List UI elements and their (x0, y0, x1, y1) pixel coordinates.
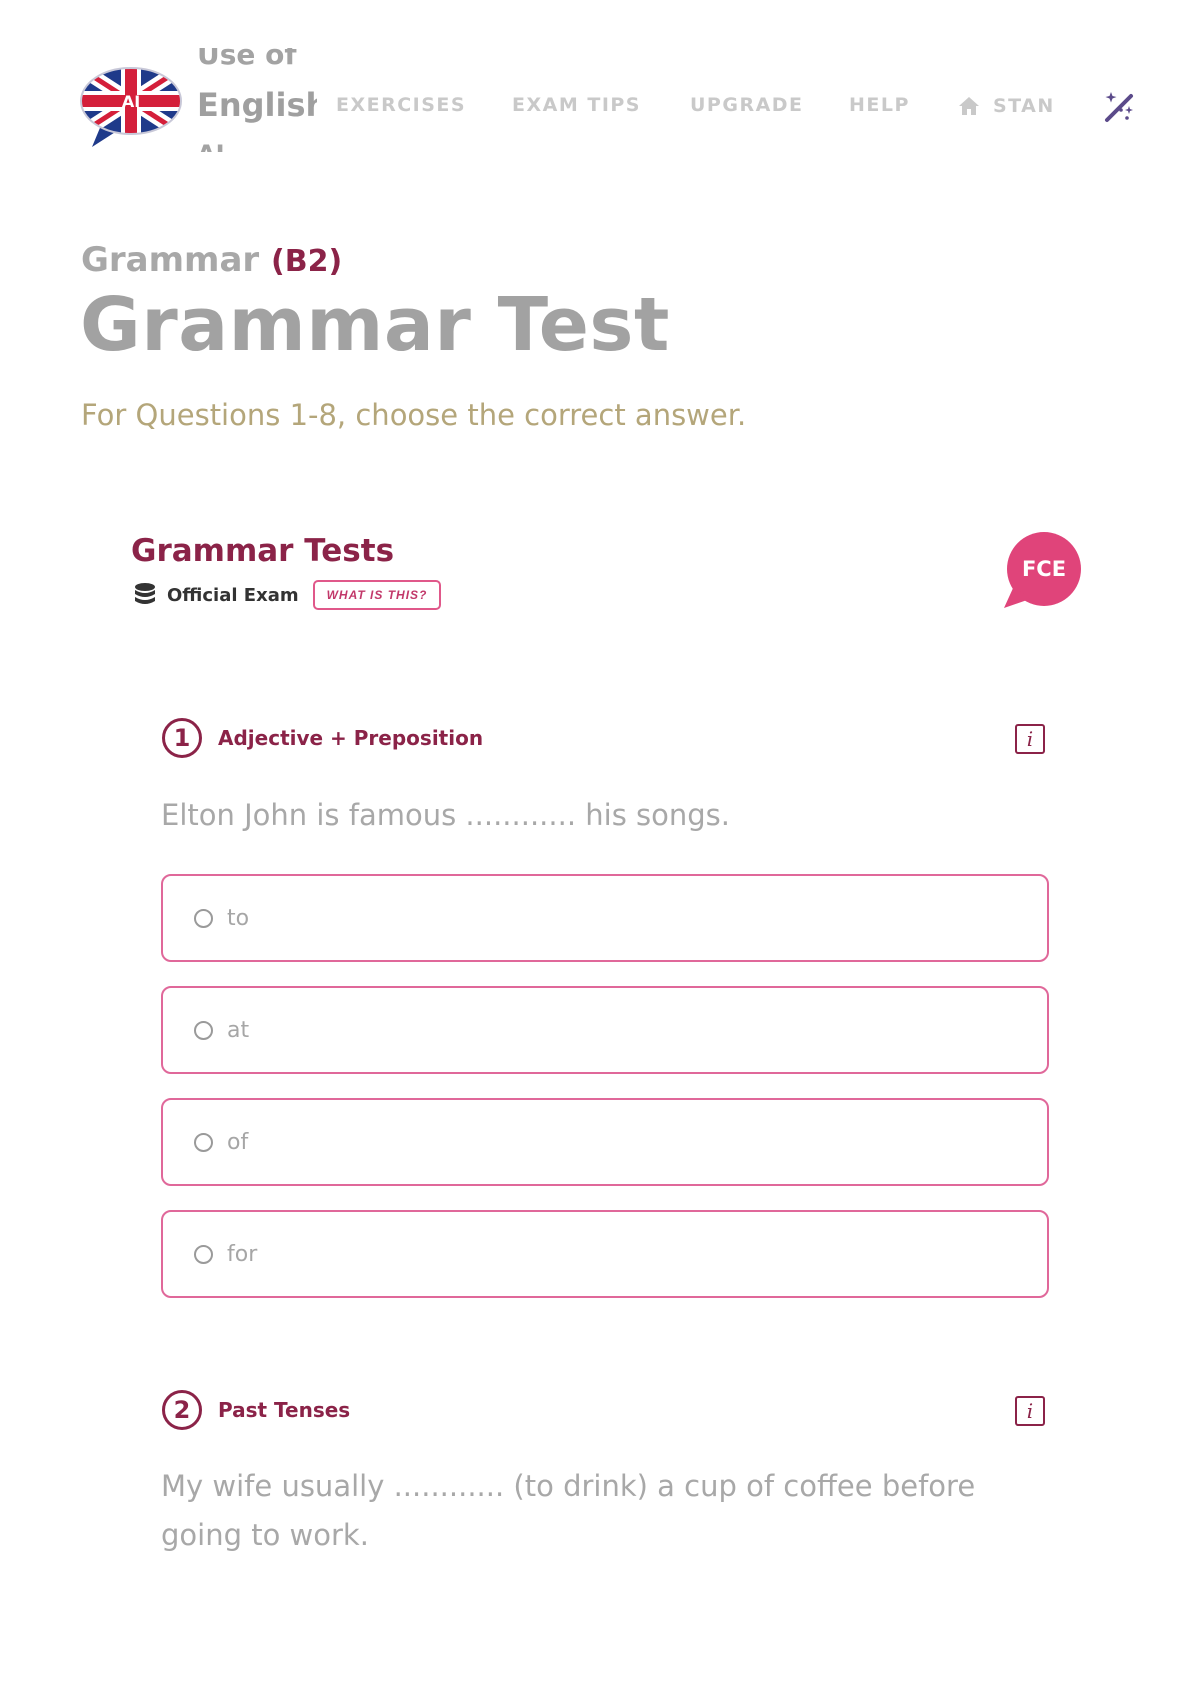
flag-text: AI (122, 92, 140, 111)
nav-upgrade[interactable]: UPGRADE (690, 94, 804, 116)
brand-line-3: AI (197, 140, 225, 152)
answer-option[interactable]: of (161, 1098, 1049, 1186)
question-topic: Adjective + Preposition (218, 726, 484, 750)
nav-exercises[interactable]: EXERCISES (336, 94, 466, 116)
uk-flag-logo-icon[interactable]: AI (80, 65, 182, 149)
option-label: of (227, 1129, 249, 1155)
radio-icon[interactable] (194, 1132, 213, 1152)
test-heading: Grammar Tests (131, 533, 395, 569)
category-label: Grammar (81, 240, 260, 280)
question-2-text: My wife usually ............ (to drink) … (161, 1469, 976, 1552)
instruction-text: For Questions 1-8, choose the correct an… (81, 398, 747, 432)
info-icon[interactable]: i (1015, 1396, 1045, 1426)
question-number: 2 (162, 1390, 202, 1430)
exam-source-row: Official Exam WHAT IS THIS? (133, 580, 442, 610)
level-badge: (B2) (271, 244, 343, 279)
answer-option[interactable]: at (161, 986, 1049, 1074)
home-icon (959, 97, 979, 115)
site-header: AI Use of English AI EXERCISES EXAM TIPS… (0, 0, 1200, 170)
nav-stan[interactable]: STAN (957, 94, 1055, 118)
nav-help[interactable]: HELP (849, 94, 910, 116)
radio-icon[interactable] (194, 1244, 213, 1264)
magic-wand-icon[interactable] (1101, 88, 1139, 126)
brand-line-1: Use of (197, 48, 297, 71)
answer-option[interactable]: to (161, 874, 1049, 962)
question-topic: Past Tenses (218, 1398, 351, 1422)
official-exam-label: Official Exam (167, 584, 299, 606)
database-icon (135, 583, 155, 604)
option-label: for (227, 1241, 258, 1267)
category-heading: Grammar (B2) (81, 240, 342, 280)
nav-exam-tips[interactable]: EXAM TIPS (512, 94, 641, 116)
question-1-header: 1 Adjective + Preposition (162, 718, 483, 758)
question-1-text: Elton John is famous ............ his so… (161, 798, 730, 832)
radio-icon[interactable] (194, 908, 213, 928)
option-label: at (227, 1017, 250, 1043)
page-title: Grammar Test (80, 282, 670, 368)
option-label: to (227, 905, 250, 931)
answer-option[interactable]: for (161, 1210, 1049, 1298)
fce-badge: FCE (1004, 532, 1081, 608)
question-number: 1 (162, 718, 202, 758)
what-is-this-button[interactable]: WHAT IS THIS? (312, 580, 442, 610)
fce-badge-label: FCE (1022, 557, 1066, 581)
brand-line-2: English (197, 86, 317, 124)
radio-icon[interactable] (194, 1020, 213, 1040)
info-icon[interactable]: i (1015, 724, 1045, 754)
nav-stan-label: STAN (993, 95, 1055, 117)
brand-name[interactable]: Use of English AI (197, 48, 317, 152)
question-2-header: 2 Past Tenses (162, 1390, 350, 1430)
